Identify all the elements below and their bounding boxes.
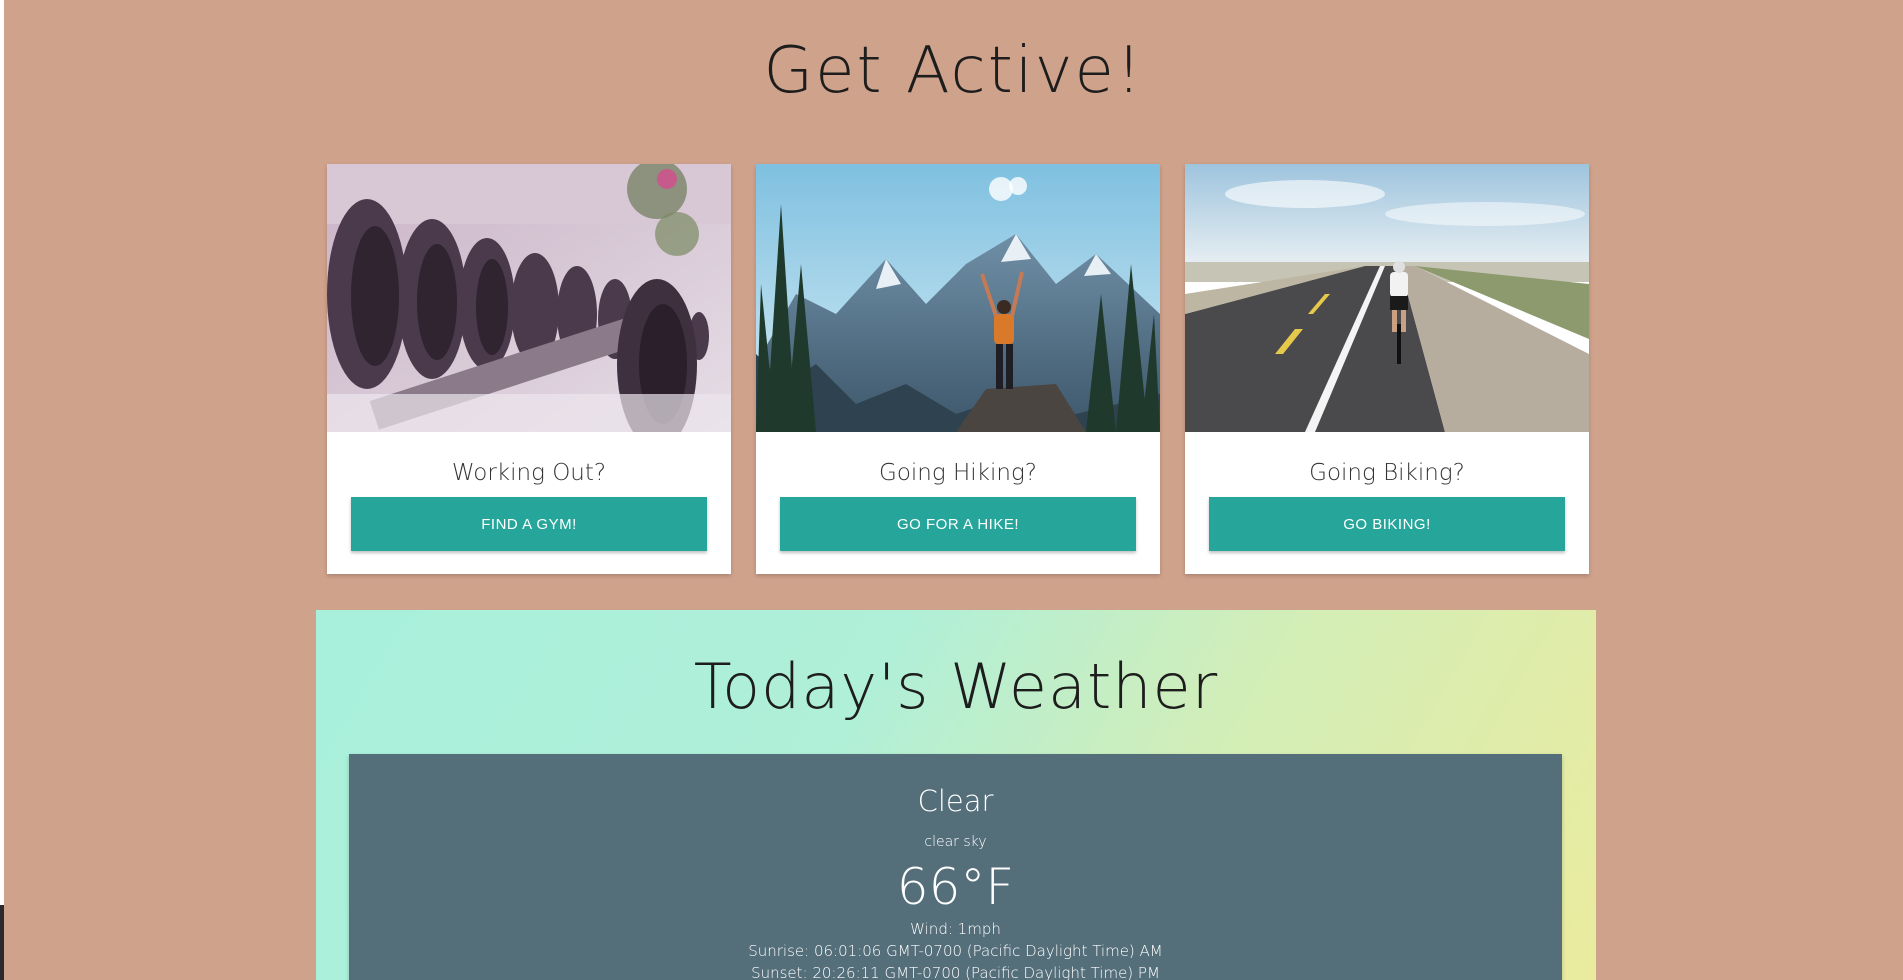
dumbbells-image xyxy=(327,164,731,432)
weather-wind: Wind: 1mph xyxy=(910,920,1001,938)
card-title: Going Biking? xyxy=(1309,460,1465,486)
weather-sunrise: Sunrise: 06:01:06 GMT-0700 (Pacific Dayl… xyxy=(748,942,1163,960)
page-title: Get Active! xyxy=(763,34,1144,108)
card-going-hiking: Going Hiking? GO FOR A HIKE! xyxy=(756,164,1160,574)
weather-temperature: 66°F xyxy=(896,858,1015,916)
weather-title: Today's Weather xyxy=(693,650,1219,723)
weather-condition: Clear xyxy=(917,784,994,818)
find-gym-button[interactable]: FIND A GYM! xyxy=(351,497,707,551)
card-working-out: Working Out? FIND A GYM! xyxy=(327,164,731,574)
hiker-image xyxy=(756,164,1160,432)
card-title: Going Hiking? xyxy=(879,460,1037,486)
go-hiking-button[interactable]: GO FOR A HIKE! xyxy=(780,497,1136,551)
weather-sunset: Sunset: 20:26:11 GMT-0700 (Pacific Dayli… xyxy=(751,964,1160,980)
card-going-biking: Going Biking? GO BIKING! xyxy=(1185,164,1589,574)
weather-card: Clear clear sky 66°F Wind: 1mph Sunrise:… xyxy=(349,754,1562,980)
cyclist-image xyxy=(1185,164,1589,432)
activity-cards: Working Out? FIND A GYM! Going Hiking? G… xyxy=(327,164,1589,574)
weather-description: clear sky xyxy=(924,834,987,850)
card-title: Working Out? xyxy=(451,460,607,486)
page: Get Active! Working Out? FIND A GYM! Goi… xyxy=(4,0,1903,980)
weather-section: Today's Weather Clear clear sky 66°F Win… xyxy=(316,610,1596,980)
go-biking-button[interactable]: GO BIKING! xyxy=(1209,497,1565,551)
